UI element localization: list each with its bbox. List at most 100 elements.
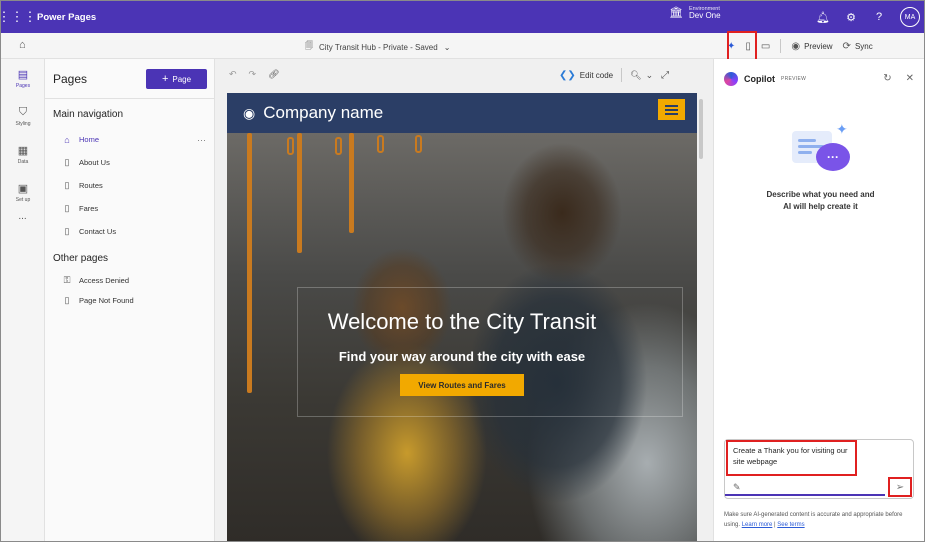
pages-title: Pages: [53, 71, 88, 86]
nav-item-label: Contact Us: [79, 227, 117, 236]
nav-item-routes[interactable]: ▯ Routes: [61, 174, 214, 197]
company-name: Company name: [263, 103, 384, 122]
hero-subtitle: Find your way around the city with ease: [338, 349, 586, 364]
setup-icon: ▣: [17, 182, 29, 195]
rail-item-styling[interactable]: ⛉ Styling: [1, 97, 45, 135]
edit-code-button[interactable]: ❮❯ Edit code: [559, 70, 613, 81]
nav-item-home[interactable]: ⌂ Home ···: [61, 128, 214, 151]
sync-icon: ⟳: [842, 40, 851, 52]
sync-button[interactable]: ⟳ Sync: [843, 41, 873, 52]
main-navigation-list: ⌂ Home ··· ▯ About Us ▯ Routes ▯ Fares ▯…: [45, 128, 214, 243]
pages-panel: Pages + Page Main navigation ⌂ Home ··· …: [45, 59, 215, 541]
hamburger-menu-icon[interactable]: [658, 99, 685, 120]
redo-icon[interactable]: ↷: [249, 69, 257, 80]
copilot-illustration: ··· ✦: [792, 121, 852, 177]
edit-code-label: Edit code: [579, 70, 614, 80]
preview-button[interactable]: ◉ Preview: [791, 41, 832, 52]
app-title: Power Pages: [37, 11, 97, 23]
page-icon: ▯: [64, 180, 70, 190]
nav-item-page-not-found[interactable]: ▯ Page Not Found: [61, 290, 214, 310]
nav-item-about-us[interactable]: ▯ About Us: [61, 151, 214, 174]
more-options-icon[interactable]: ···: [197, 135, 206, 145]
nav-item-access-denied[interactable]: ⚿ Access Denied: [61, 270, 214, 290]
zoom-icon: 🔍︎: [630, 69, 642, 80]
logo-icon: ◉: [243, 104, 256, 121]
comments-icon[interactable]: ▭: [761, 41, 770, 52]
copilot-description-line: Describe what you need and: [766, 190, 875, 199]
site-title: City Transit Hub - Private - Saved: [319, 42, 438, 52]
see-terms-link[interactable]: See terms: [777, 522, 804, 528]
bus-strap: [377, 135, 384, 153]
hero-section: Welcome to the City Transit Find your wa…: [227, 133, 697, 541]
undo-icon[interactable]: ↶: [229, 69, 237, 80]
bus-strap: [335, 137, 342, 155]
help-icon[interactable]: ?: [872, 11, 886, 23]
view-routes-button[interactable]: View Routes and Fares: [400, 374, 524, 396]
eye-icon: ◉: [791, 40, 801, 52]
avatar[interactable]: MA: [900, 7, 920, 27]
canvas-scrollbar[interactable]: [699, 99, 703, 159]
divider: [780, 39, 782, 53]
copilot-prompt-box[interactable]: Create a Thank you for visiting our site…: [724, 439, 914, 499]
site-preview: ◉ Company name Welcome to the City Trans…: [227, 93, 697, 541]
environment-label: Environment: [689, 6, 720, 12]
bus-pole: [349, 133, 354, 233]
waffle-icon[interactable]: ⋮⋮⋮: [1, 1, 37, 33]
home-icon[interactable]: ⌂: [19, 39, 26, 51]
home-icon: ⌂: [64, 134, 70, 145]
preview-badge: PREVIEW: [781, 76, 807, 82]
data-icon: ▦: [17, 144, 29, 157]
rail-item-data[interactable]: ▦ Data: [1, 135, 45, 173]
send-button[interactable]: ➢: [888, 477, 912, 497]
copilot-panel: Copilot PREVIEW ↻ ✕ ··· ✦ Describe what …: [713, 59, 924, 541]
refresh-icon[interactable]: ↻: [883, 73, 891, 84]
learn-more-link[interactable]: Learn more: [742, 522, 773, 528]
nav-item-label: Page Not Found: [79, 295, 134, 305]
hero-title: Welcome to the City Transit: [327, 309, 597, 334]
close-icon[interactable]: ✕: [906, 73, 914, 84]
link-icon[interactable]: 🔗︎: [268, 69, 279, 80]
link-separator: |: [774, 521, 776, 528]
chevron-down-icon: ⌄: [443, 42, 451, 52]
copilot-highlight-box: [727, 31, 757, 61]
page-icon: ▯: [64, 203, 70, 213]
preview-label: Preview: [804, 41, 833, 51]
send-icon: ➢: [895, 481, 905, 493]
settings-icon[interactable]: ⚙: [844, 11, 858, 24]
add-page-label: Page: [172, 74, 192, 84]
more-icon[interactable]: ...: [1, 211, 44, 222]
zoom-menu[interactable]: 🔍︎ ⌄: [630, 70, 653, 81]
add-page-button[interactable]: + Page: [146, 69, 207, 89]
nav-item-label: Routes: [79, 181, 103, 190]
expand-icon[interactable]: ⤢: [661, 70, 669, 81]
page-not-found-icon: ▯: [64, 294, 70, 305]
nav-item-fares[interactable]: ▯ Fares: [61, 197, 214, 220]
prompt-input[interactable]: Create a Thank you for visiting our site…: [726, 440, 857, 476]
environment-switcher[interactable]: 🏛 Environment Dev One: [669, 6, 721, 21]
command-bar: ⌂ 🗐 City Transit Hub - Private - Saved ⌄…: [1, 33, 924, 59]
copilot-logo-icon: [724, 72, 738, 86]
copilot-description-line: AI will help create it: [783, 202, 858, 211]
rail-label: Data: [17, 158, 29, 165]
nav-item-contact-us[interactable]: ▯ Contact Us: [61, 220, 214, 243]
chat-bubble-icon: ···: [816, 143, 850, 171]
sync-label: Sync: [854, 41, 873, 51]
nav-item-label: Home: [79, 135, 100, 144]
bus-pole: [297, 133, 302, 253]
site-title-menu[interactable]: 🗐 City Transit Hub - Private - Saved ⌄: [305, 40, 450, 54]
input-focus-underline: [725, 494, 885, 496]
design-canvas: ↶ ↷ 🔗︎ ❮❯ Edit code 🔍︎ ⌄ ⤢ ◉ Company nam…: [215, 59, 713, 541]
rail-item-setup[interactable]: ▣ Set up: [1, 173, 45, 211]
rail-item-pages[interactable]: ▤ Pages: [1, 59, 45, 97]
styling-icon: ⛉: [18, 105, 28, 118]
divider: [621, 68, 623, 82]
copilot-description: Describe what you need and AI will help …: [714, 189, 924, 213]
app-window: ⋮⋮⋮ Power Pages 🏛 Environment Dev One 🔔︎…: [0, 0, 925, 542]
top-bar: ⋮⋮⋮ Power Pages 🏛 Environment Dev One 🔔︎…: [1, 1, 924, 33]
nav-item-label: About Us: [79, 158, 110, 167]
vscode-icon: ❮❯: [559, 69, 576, 81]
notifications-icon[interactable]: 🔔︎: [816, 11, 830, 24]
pages-icon: ▤: [17, 68, 29, 81]
page-icon: ▯: [64, 226, 70, 236]
prompt-suggestions-icon[interactable]: ✎: [733, 482, 741, 493]
